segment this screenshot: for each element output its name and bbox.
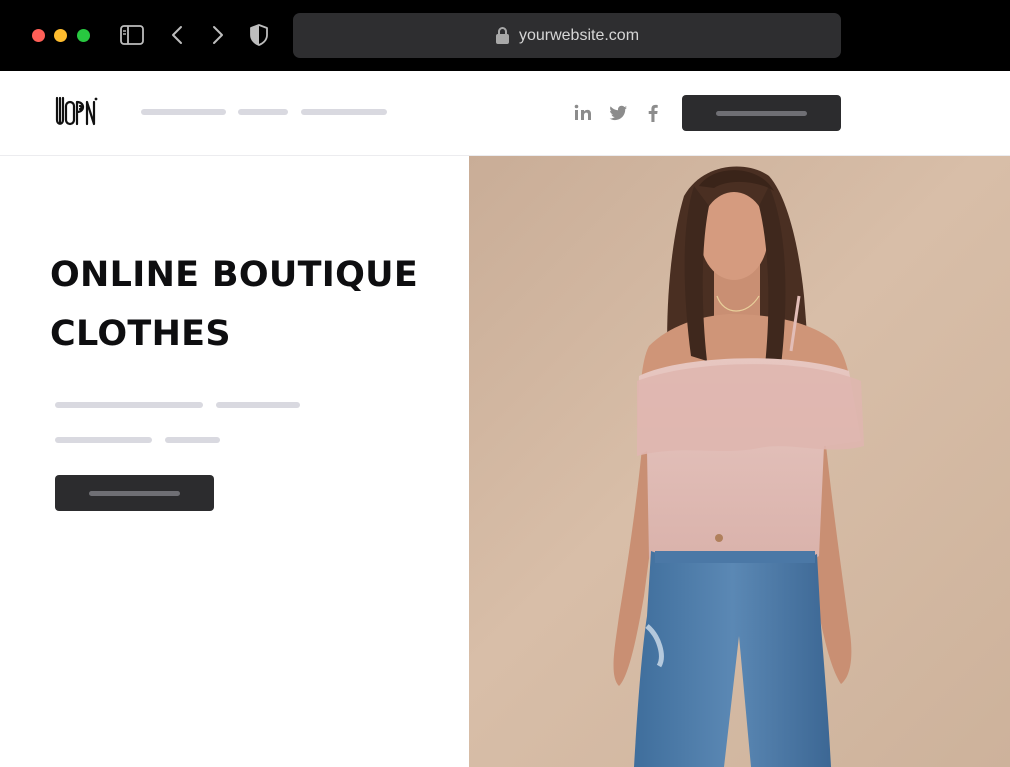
url-text: yourwebsite.com [518,26,640,44]
forward-icon[interactable] [204,22,230,48]
back-icon[interactable] [165,22,191,48]
hero-title-line-1: ONLINE BOUTIQUE [50,255,419,295]
hero-title-line-2: CLOTHES [50,314,231,354]
logo[interactable] [54,96,98,130]
body-text-placeholder [55,437,152,443]
hero-cta-button[interactable] [55,475,214,511]
hero-title: ONLINE BOUTIQUE CLOTHES [50,246,450,364]
linkedin-icon[interactable] [572,102,594,124]
nav-link-3[interactable] [301,109,387,115]
minimize-window-button[interactable] [54,29,67,42]
nav-link-1[interactable] [141,109,226,115]
hero-model-photo [469,156,1010,767]
twitter-icon[interactable] [607,102,629,124]
button-label-placeholder [89,491,180,496]
header-cta-button[interactable] [682,95,841,131]
body-text-placeholder [165,437,220,443]
close-window-button[interactable] [32,29,45,42]
shield-icon[interactable] [246,22,272,48]
address-bar[interactable]: yourwebsite.com [293,13,841,58]
facebook-icon[interactable] [642,102,664,124]
browser-chrome: yourwebsite.com [0,0,1010,71]
body-text-placeholder [216,402,300,408]
sidebar-icon[interactable] [119,22,145,48]
lock-icon [495,27,509,44]
maximize-window-button[interactable] [77,29,90,42]
body-text-placeholder [55,402,203,408]
nav-link-2[interactable] [238,109,288,115]
button-label-placeholder [716,111,807,116]
